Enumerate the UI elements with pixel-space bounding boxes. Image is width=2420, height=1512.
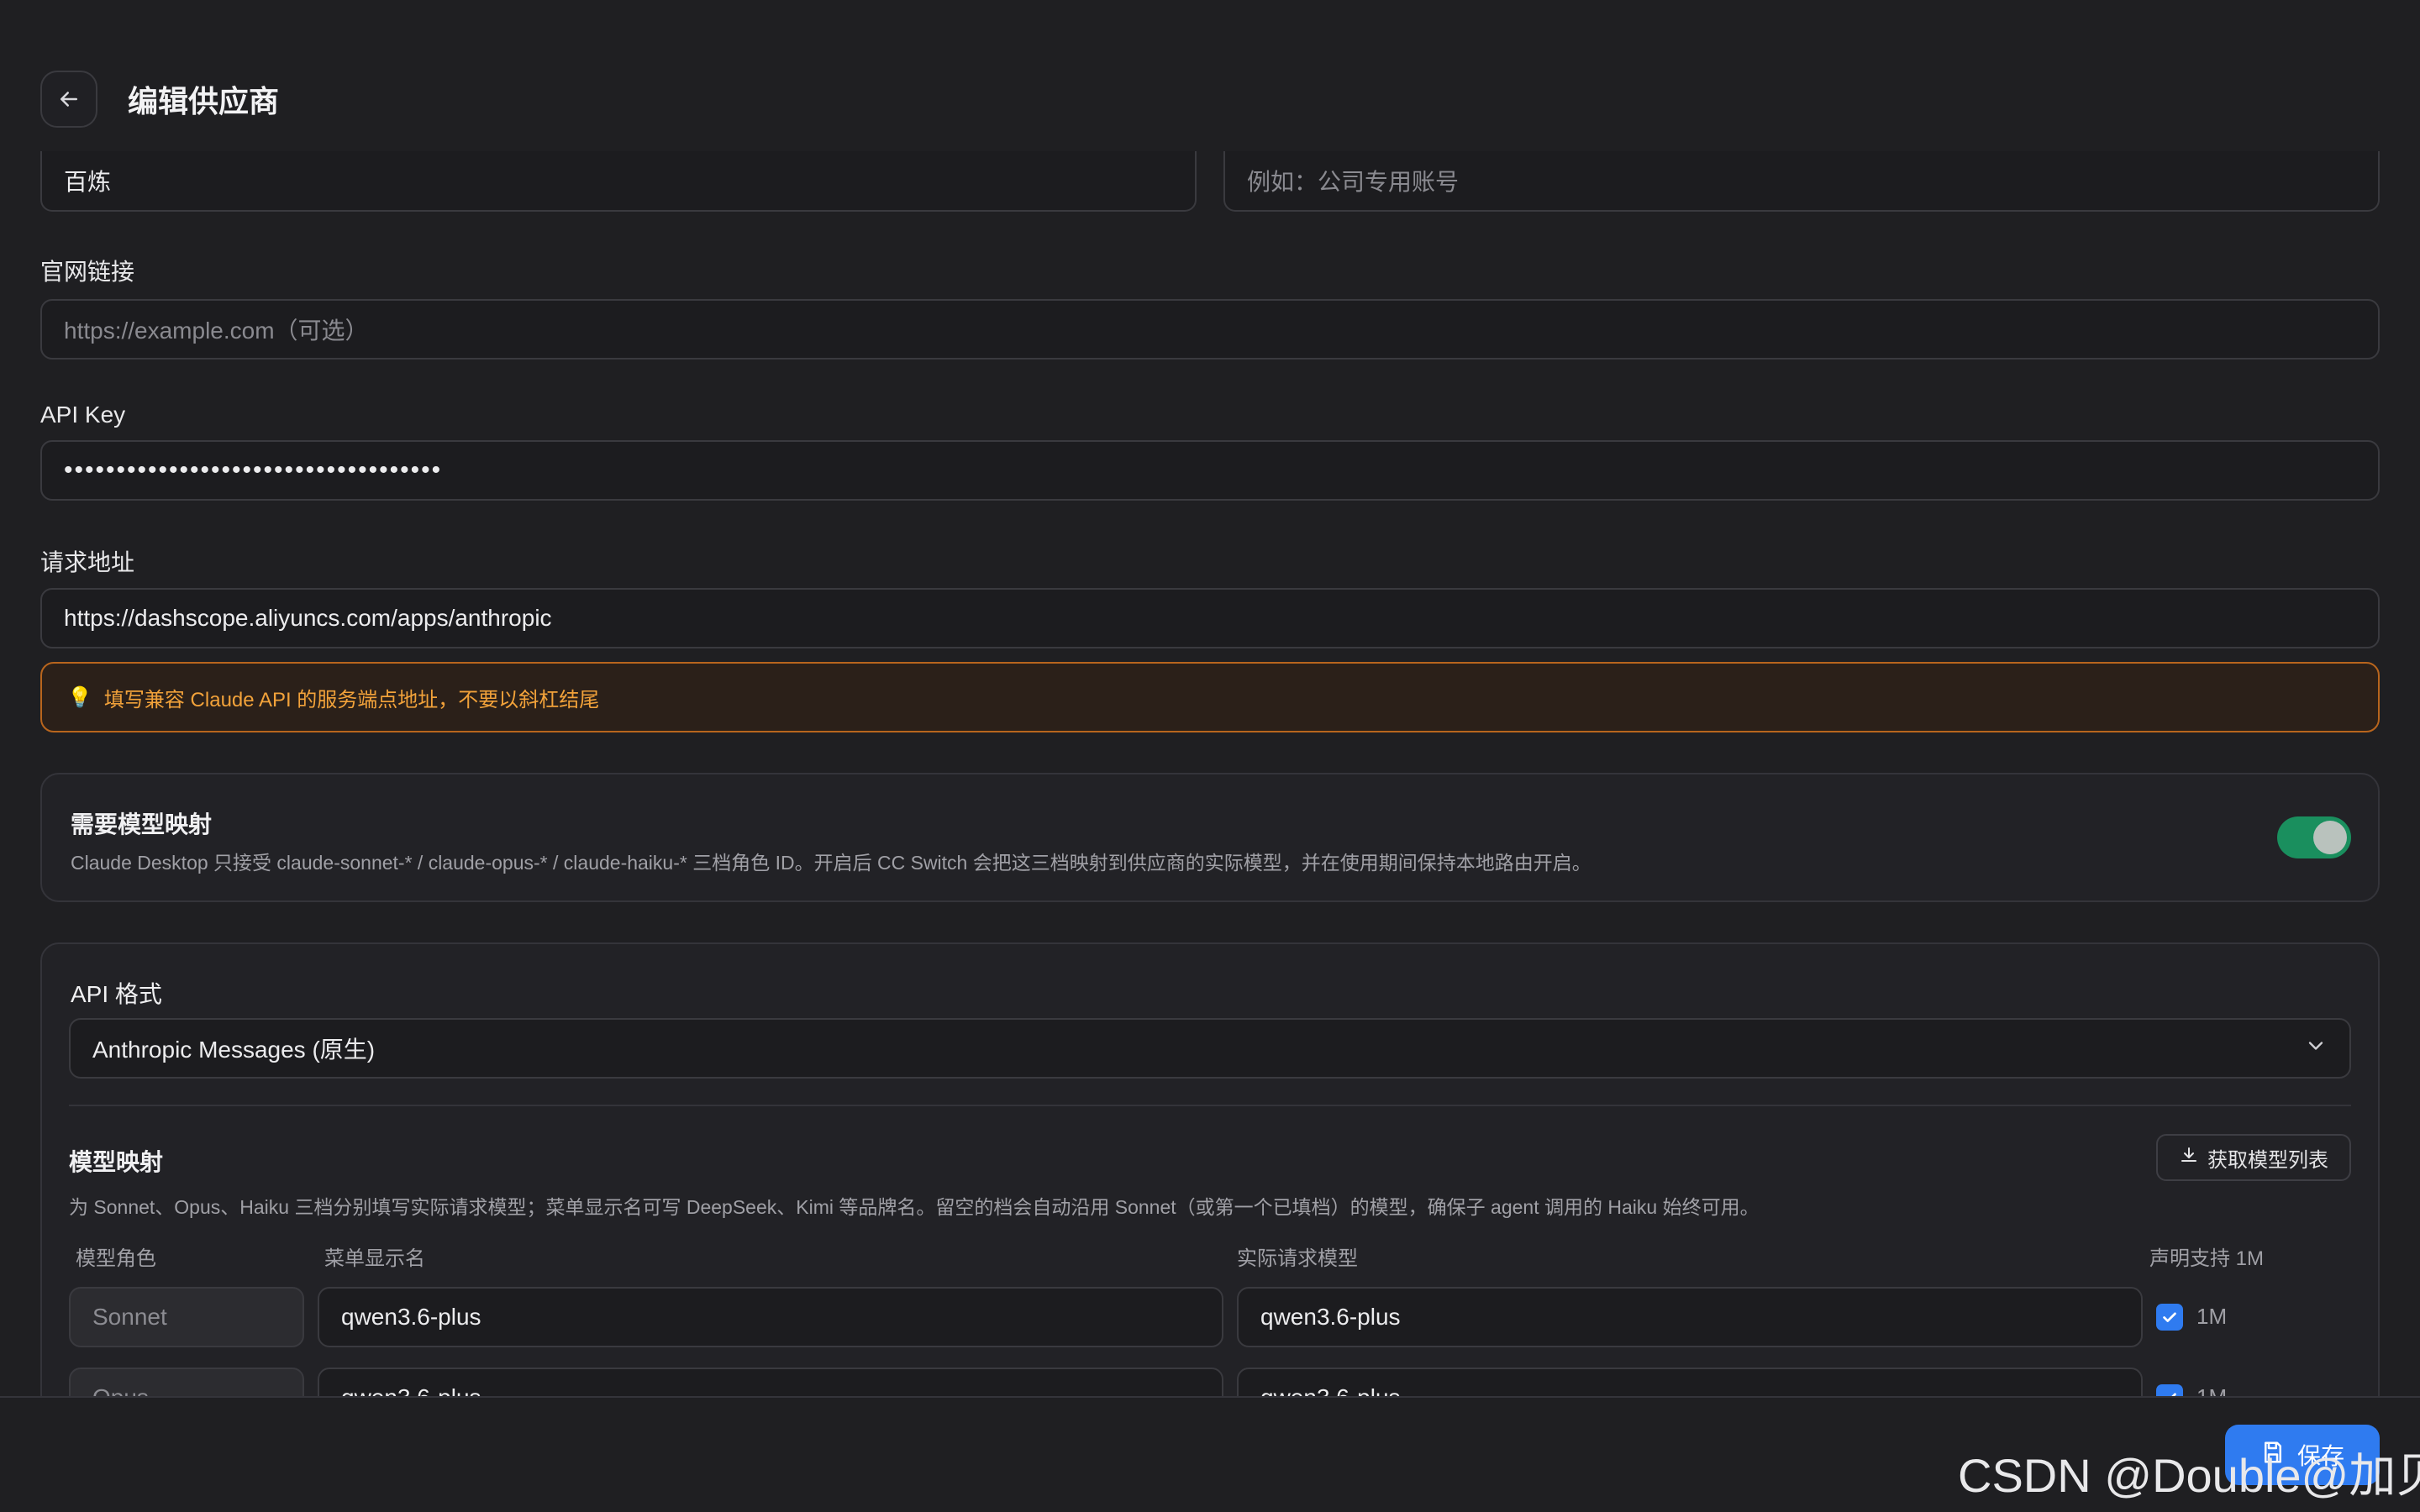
chevron-down-icon bbox=[2304, 1034, 2328, 1063]
opus-actual-model-input[interactable]: qwen3.6-plus bbox=[1237, 1368, 2143, 1396]
opus-1m-checkbox[interactable] bbox=[2156, 1384, 2183, 1396]
lightbulb-icon: 💡 bbox=[67, 685, 92, 709]
api-format-select[interactable]: Anthropic Messages (原生) bbox=[69, 1018, 2351, 1079]
sonnet-actual-model-value: qwen3.6-plus bbox=[1260, 1304, 1401, 1330]
col-head-role: 模型角色 bbox=[76, 1247, 156, 1270]
role-opus-label: Opus bbox=[92, 1384, 149, 1396]
col-head-actual-model: 实际请求模型 bbox=[1237, 1247, 1358, 1270]
fetch-model-list-button[interactable]: 获取模型列表 bbox=[2156, 1134, 2351, 1181]
endpoint-label: 请求地址 bbox=[40, 549, 135, 575]
endpoint-input[interactable]: https://dashscope.aliyuncs.com/apps/anth… bbox=[40, 588, 2380, 648]
provider-name-input[interactable]: 百炼 bbox=[40, 151, 1197, 212]
page-title: 编辑供应商 bbox=[128, 84, 280, 118]
role-opus: Opus bbox=[69, 1368, 304, 1396]
model-mapping-toggle-card: 需要模型映射 Claude Desktop 只接受 claude-sonnet-… bbox=[40, 773, 2380, 902]
sonnet-display-name-input[interactable]: qwen3.6-plus bbox=[318, 1287, 1223, 1347]
mapping-toggle-description: Claude Desktop 只接受 claude-sonnet-* / cla… bbox=[71, 852, 1591, 874]
col-head-support-1m: 声明支持 1M bbox=[2149, 1247, 2265, 1270]
sonnet-actual-model-input[interactable]: qwen3.6-plus bbox=[1237, 1287, 2143, 1347]
section-divider bbox=[69, 1105, 2351, 1106]
apikey-label: API Key bbox=[40, 402, 126, 428]
provider-name-value: 百炼 bbox=[64, 169, 112, 195]
endpoint-hint-text: 填写兼容 Claude API 的服务端点地址，不要以斜杠结尾 bbox=[103, 688, 600, 711]
sonnet-1m-checkbox[interactable] bbox=[2156, 1304, 2183, 1331]
col-head-display-name: 菜单显示名 bbox=[324, 1247, 425, 1270]
endpoint-hint: 💡 填写兼容 Claude API 的服务端点地址，不要以斜杠结尾 bbox=[40, 662, 2380, 732]
model-mapping-description: 为 Sonnet、Opus、Haiku 三档分别填写实际请求模型；菜单显示名可写… bbox=[69, 1196, 1760, 1218]
fetch-model-list-label: 获取模型列表 bbox=[2207, 1148, 2328, 1172]
back-button[interactable] bbox=[40, 71, 97, 128]
website-placeholder: https://example.com（可选） bbox=[64, 318, 369, 344]
api-format-selected: Anthropic Messages (原生) bbox=[92, 1037, 376, 1063]
api-format-label: API 格式 bbox=[71, 981, 162, 1007]
website-input[interactable]: https://example.com（可选） bbox=[40, 299, 2380, 360]
download-icon bbox=[2179, 1145, 2199, 1171]
opus-actual-model-value: qwen3.6-plus bbox=[1260, 1384, 1401, 1396]
watermark-text: CSDN @Double@加贝 bbox=[1958, 1449, 2420, 1502]
endpoint-value: https://dashscope.aliyuncs.com/apps/anth… bbox=[64, 605, 552, 631]
website-label: 官网链接 bbox=[40, 259, 135, 285]
provider-note-placeholder: 例如：公司专用账号 bbox=[1247, 169, 1460, 195]
sonnet-display-name-value: qwen3.6-plus bbox=[341, 1304, 481, 1330]
role-sonnet: Sonnet bbox=[69, 1287, 304, 1347]
opus-1m-label: 1M bbox=[2196, 1384, 2227, 1396]
checkmark-icon bbox=[2163, 1312, 2176, 1322]
checkmark-icon bbox=[2171, 1393, 2176, 1396]
model-mapping-toggle[interactable] bbox=[2277, 816, 2351, 858]
role-sonnet-label: Sonnet bbox=[92, 1304, 167, 1330]
apikey-input[interactable]: •••••••••••••••••••••••••••••••••••• bbox=[40, 440, 2380, 501]
opus-display-name-input[interactable]: qwen3.6-plus bbox=[318, 1368, 1223, 1396]
mapping-toggle-title: 需要模型映射 bbox=[71, 811, 213, 837]
provider-note-input[interactable]: 例如：公司专用账号 bbox=[1223, 151, 2380, 212]
arrow-left-icon bbox=[60, 92, 77, 107]
apikey-value: •••••••••••••••••••••••••••••••••••• bbox=[64, 456, 443, 484]
page-header: 编辑供应商 bbox=[0, 0, 2420, 151]
toggle-knob bbox=[2313, 821, 2347, 854]
sonnet-1m-label: 1M bbox=[2196, 1304, 2228, 1329]
model-mapping-title: 模型映射 bbox=[69, 1149, 164, 1175]
form-scroll-area[interactable]: 百炼 例如：公司专用账号 官网链接 https://example.com（可选… bbox=[0, 0, 2420, 1396]
opus-display-name-value: qwen3.6-plus bbox=[341, 1384, 481, 1396]
